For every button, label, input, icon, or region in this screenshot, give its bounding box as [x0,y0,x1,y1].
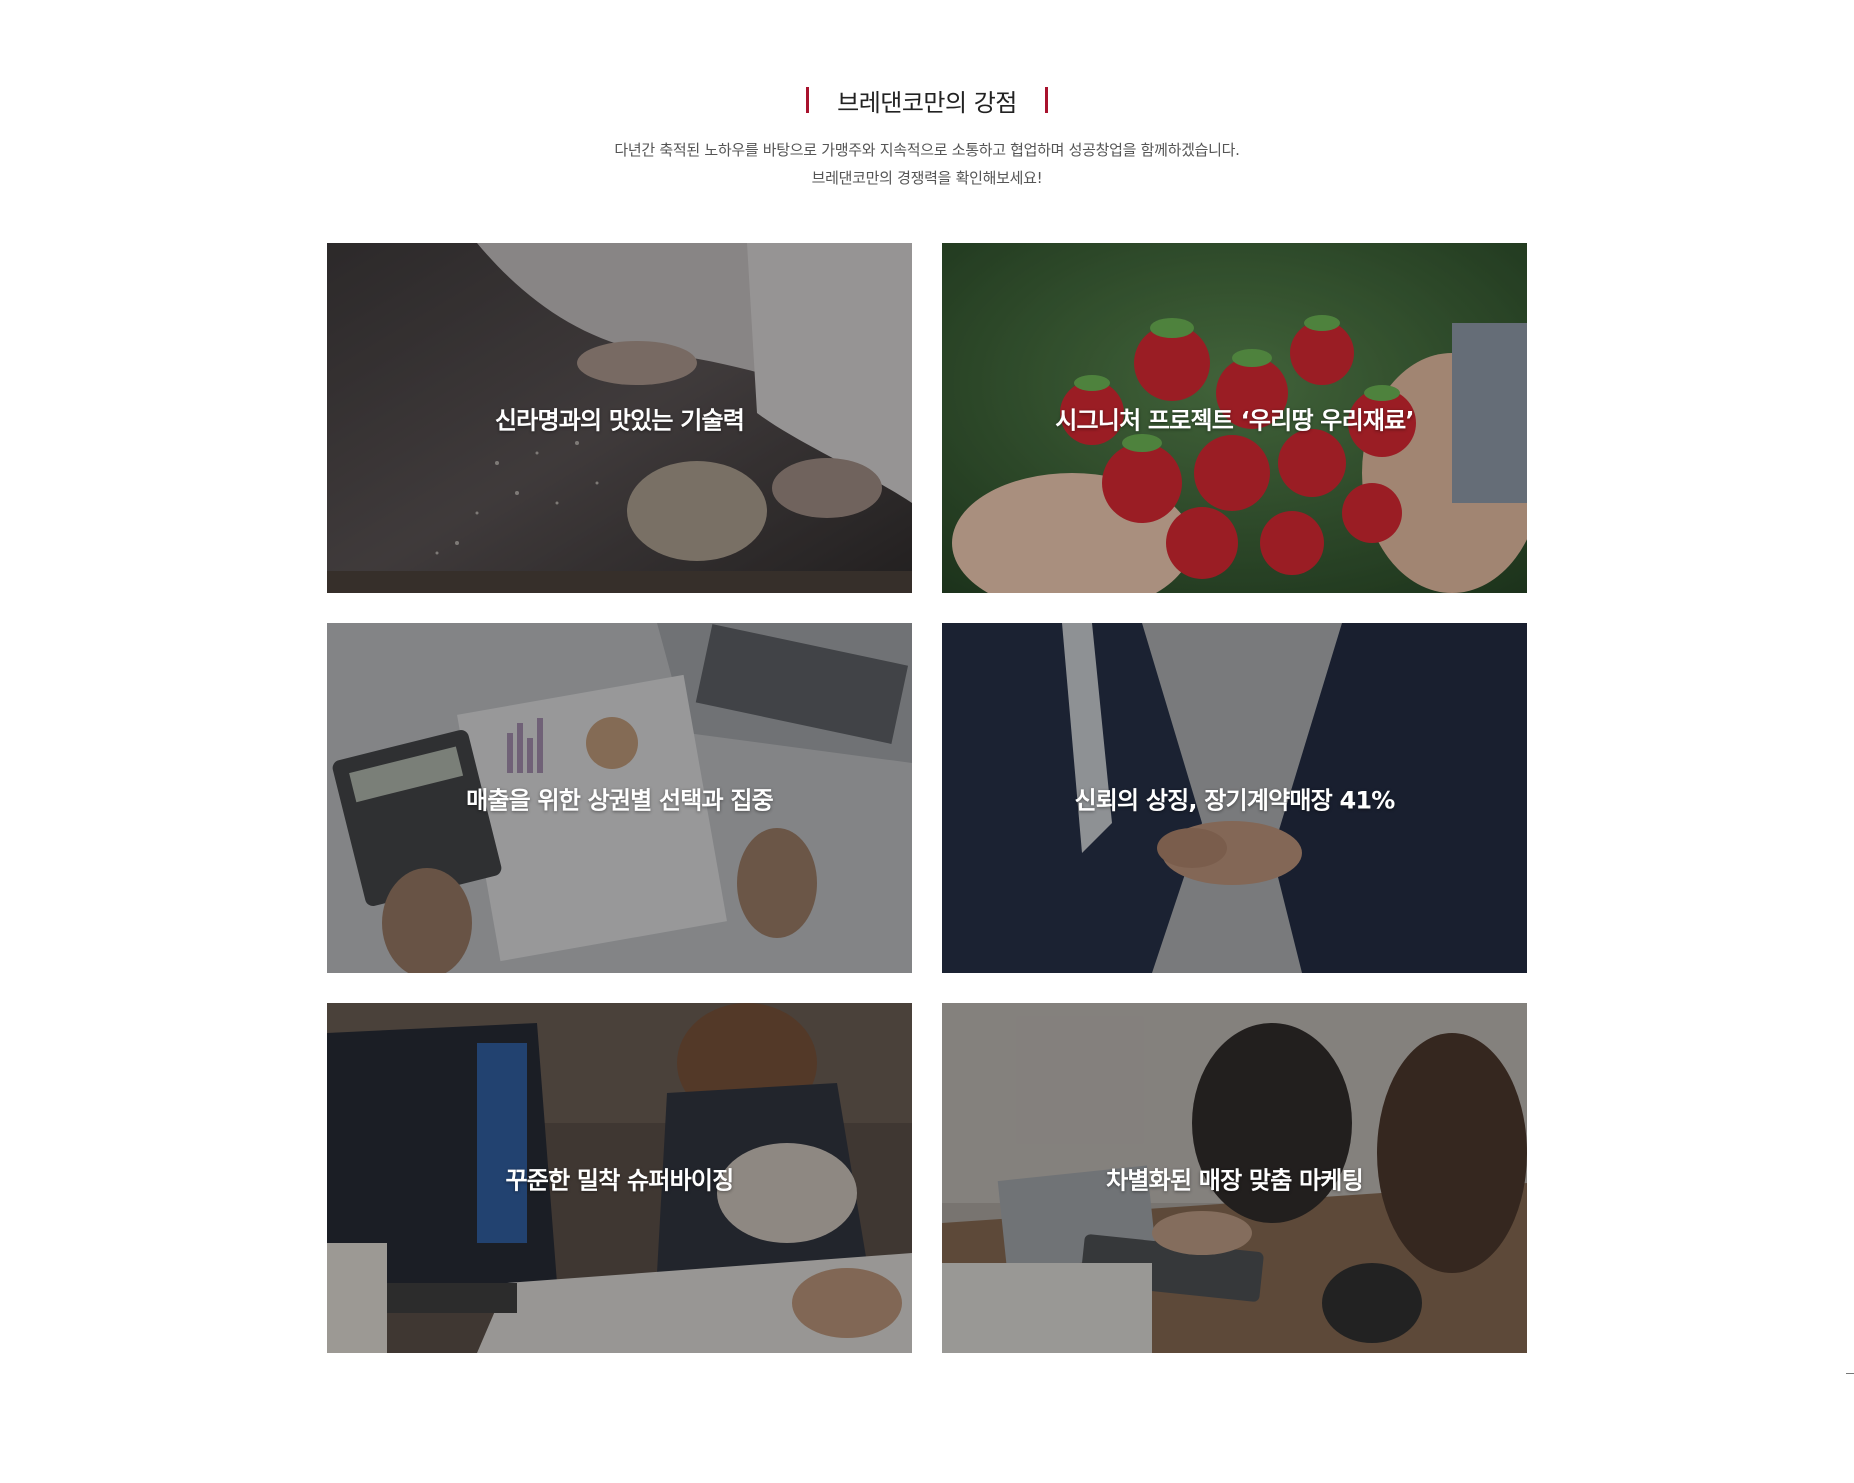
title-left-bar [806,87,810,113]
strengths-grid: 신라명과의 맛있는 기술력 시그니처 프로젝트 ‘우리땅 우리재료’ 매출을 위… [327,243,1527,1353]
strength-card-ingredients[interactable]: 시그니처 프로젝트 ‘우리땅 우리재료’ [942,243,1527,593]
strength-card-baking[interactable]: 신라명과의 맛있는 기술력 [327,243,912,593]
section-title: 브레댄코만의 강점 [837,88,1017,117]
subtitle-line-1: 다년간 축적된 노하우를 바탕으로 가맹주와 지속적으로 소통하고 협업하며 성… [614,141,1240,159]
card-caption: 매출을 위한 상권별 선택과 집중 [466,786,774,815]
edge-scroll-marker [1846,1373,1854,1374]
section-header: 브레댄코만의 강점 다년간 축적된 노하우를 바탕으로 가맹주와 지속적으로 소… [0,82,1854,192]
card-caption: 시그니처 프로젝트 ‘우리땅 우리재료’ [1055,406,1414,435]
section-subtitle: 다년간 축적된 노하우를 바탕으로 가맹주와 지속적으로 소통하고 협업하며 성… [0,136,1854,192]
strength-card-trust[interactable]: 신뢰의 상징, 장기계약매장 41% [942,623,1527,973]
card-caption: 차별화된 매장 맞춤 마케팅 [1106,1166,1364,1195]
title-right-bar [1044,87,1048,113]
strength-card-marketing[interactable]: 차별화된 매장 맞춤 마케팅 [942,1003,1527,1353]
strength-card-supervising[interactable]: 꾸준한 밀착 슈퍼바이징 [327,1003,912,1353]
card-caption: 신뢰의 상징, 장기계약매장 41% [1074,786,1395,815]
card-caption: 신라명과의 맛있는 기술력 [494,406,745,435]
title-row: 브레댄코만의 강점 [806,82,1048,118]
card-caption: 꾸준한 밀착 슈퍼바이징 [505,1166,735,1195]
strength-card-market[interactable]: 매출을 위한 상권별 선택과 집중 [327,623,912,973]
subtitle-line-2: 브레댄코만의 경쟁력을 확인해보세요! [811,169,1043,187]
